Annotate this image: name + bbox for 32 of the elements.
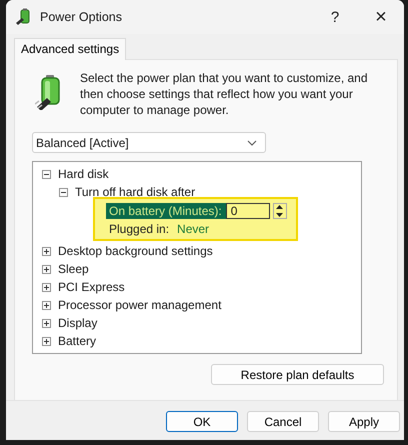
tree-item[interactable]: Processor power management [58, 298, 222, 312]
description-text: Select the power plan that you want to customize, and then choose settings that reflect how you want your computer to manage power. [80, 70, 369, 118]
restore-defaults-button[interactable]: Restore plan defaults [211, 364, 384, 385]
expand-icon[interactable] [42, 300, 51, 310]
close-button[interactable]: × [358, 0, 404, 34]
number-field[interactable]: 0 [226, 203, 270, 219]
tree-item[interactable]: Display [58, 316, 98, 330]
expand-icon[interactable] [42, 318, 51, 328]
setting-label[interactable]: Plugged in: [106, 221, 174, 237]
expand-icon[interactable] [42, 264, 51, 274]
collapse-icon[interactable] [42, 170, 51, 178]
expand-icon[interactable] [42, 336, 51, 346]
dialog-button[interactable]: OK [166, 411, 238, 432]
plan-dropdown[interactable]: Balanced [Active] [32, 132, 266, 153]
chevron-down-icon [247, 140, 257, 146]
tree-item[interactable]: Desktop background settings [58, 244, 213, 258]
expand-icon[interactable] [42, 282, 51, 292]
spin-buttons[interactable] [272, 203, 287, 219]
dialog-button[interactable]: Cancel [247, 411, 319, 432]
window-title: Power Options [40, 10, 122, 24]
tree-item[interactable]: Turn off hard disk after [75, 185, 196, 199]
expand-icon[interactable] [42, 246, 51, 256]
setting-value[interactable]: Never [177, 222, 210, 236]
tree-item[interactable]: PCI Express [58, 280, 125, 294]
tab[interactable]: Advanced settings [14, 38, 126, 60]
tree-item[interactable]: Battery [58, 334, 96, 348]
tree-item[interactable]: Sleep [58, 262, 89, 276]
tree-item[interactable]: Hard disk [58, 167, 109, 181]
dialog-button[interactable]: Apply [328, 411, 400, 432]
setting-label[interactable]: On battery (Minutes): [106, 203, 226, 219]
collapse-icon[interactable] [59, 188, 68, 196]
help-button[interactable]: ? [312, 0, 358, 34]
